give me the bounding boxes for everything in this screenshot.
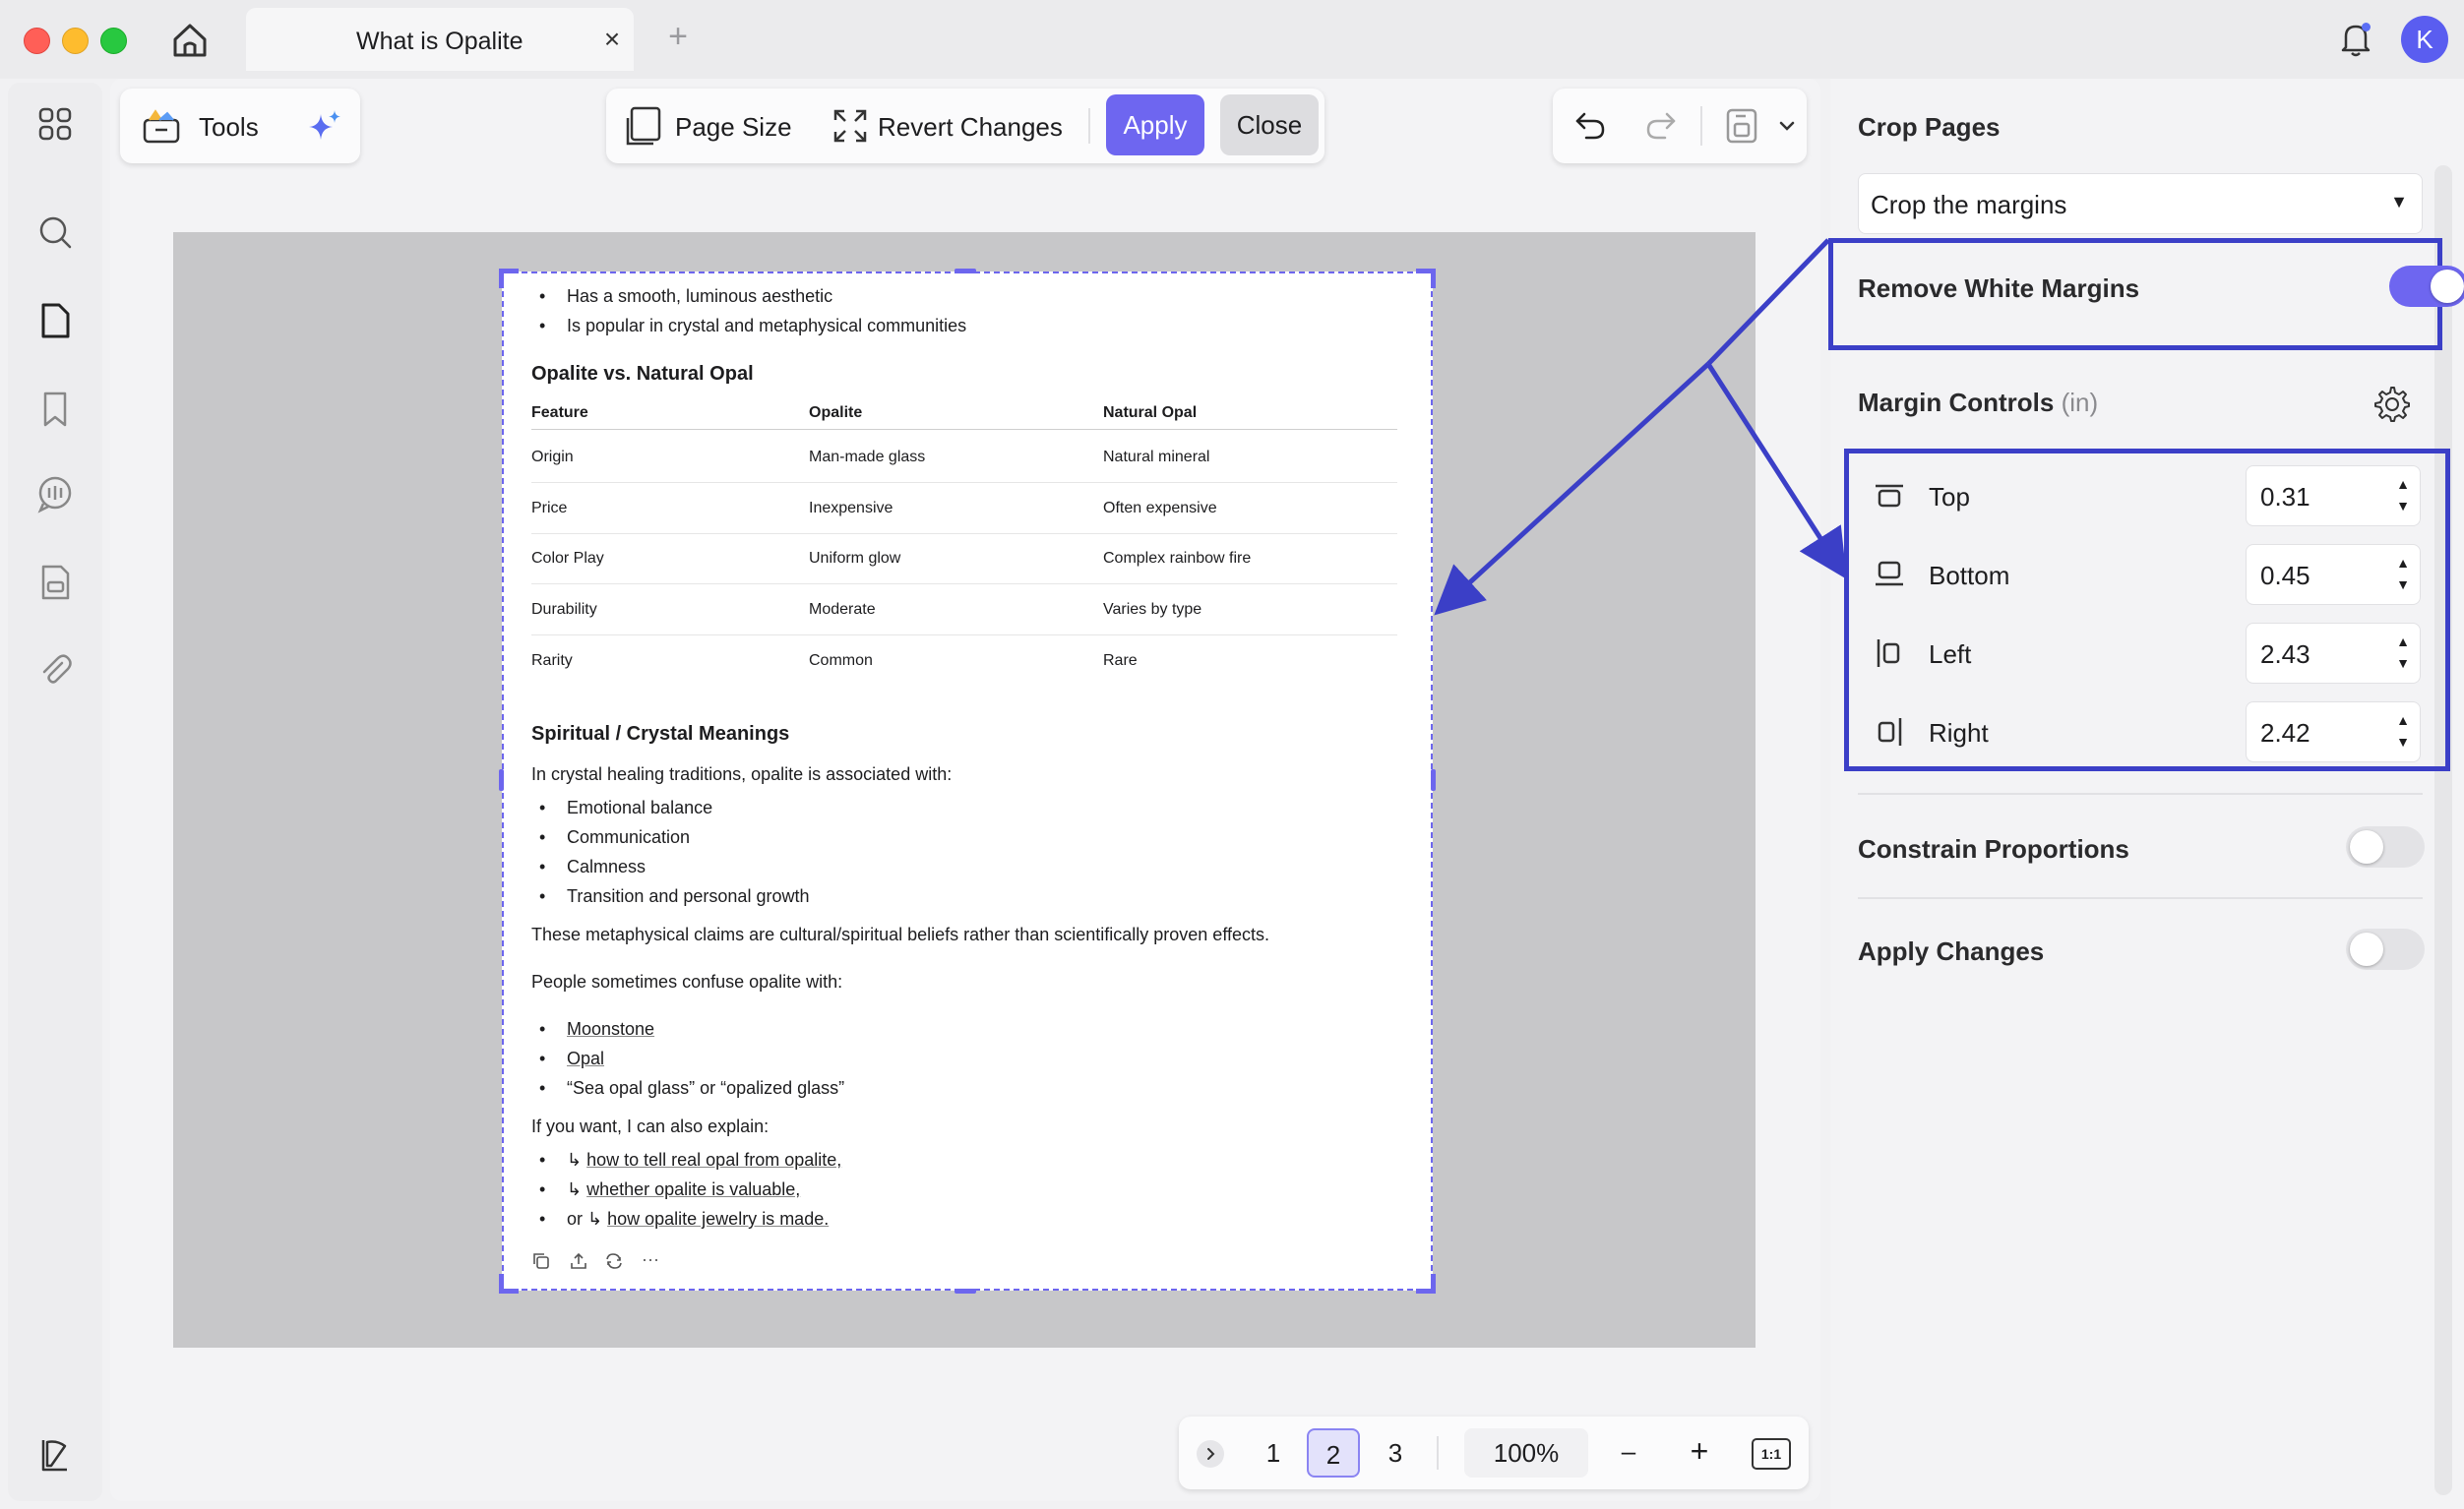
layers-icon[interactable]: [35, 1434, 75, 1474]
toolbar-divider: [1088, 108, 1090, 144]
chevron-down-icon[interactable]: [1777, 116, 1797, 136]
apply-changes-toggle[interactable]: [2346, 929, 2425, 970]
minimize-window-button[interactable]: [62, 28, 89, 54]
apply-changes-label: Apply Changes: [1858, 936, 2045, 966]
page-button-1[interactable]: 1: [1246, 1428, 1301, 1478]
gear-icon[interactable]: [2372, 384, 2411, 423]
page-button-3[interactable]: 3: [1368, 1428, 1423, 1478]
notification-dot: [2362, 23, 2371, 31]
tab-title: What is Opalite: [356, 28, 524, 55]
left-sidebar: [8, 83, 102, 1501]
margin-left-value: 2.43: [2260, 639, 2310, 669]
stepper-up-icon[interactable]: ▲: [2396, 476, 2410, 492]
pager-divider: [1437, 1436, 1439, 1470]
toggle-knob: [2350, 830, 2383, 864]
crop-handle-top-left-v[interactable]: [499, 269, 504, 288]
close-window-button[interactable]: [24, 28, 50, 54]
margin-bottom-input[interactable]: 0.45 ▲ ▼: [2246, 544, 2421, 605]
avatar[interactable]: K: [2401, 16, 2448, 63]
home-icon[interactable]: [169, 20, 211, 61]
margin-top-label: Top: [1929, 482, 1970, 512]
margin-left-label: Left: [1929, 639, 1972, 669]
crop-mode-value: Crop the margins: [1871, 190, 2067, 219]
crop-handle-bottom-left-v[interactable]: [499, 1274, 504, 1294]
zoom-in-button[interactable]: +: [1675, 1426, 1724, 1476]
margin-right-input[interactable]: 2.42 ▲ ▼: [2246, 701, 2421, 762]
bookmark-icon[interactable]: [35, 390, 75, 429]
toolbox-icon: [143, 109, 180, 144]
margin-left-icon: [1877, 639, 1900, 667]
toggle-knob: [2431, 270, 2464, 303]
undo-icon[interactable]: [1572, 108, 1608, 144]
crop-box[interactable]: [502, 272, 1433, 1291]
stepper-up-icon[interactable]: ▲: [2396, 712, 2410, 728]
margin-top-input[interactable]: 0.31 ▲ ▼: [2246, 465, 2421, 526]
page-size-icon[interactable]: [626, 104, 665, 148]
stepper-down-icon[interactable]: ▼: [2396, 498, 2410, 513]
margin-left-input[interactable]: 2.43 ▲ ▼: [2246, 623, 2421, 684]
apps-grid-icon[interactable]: [35, 104, 75, 144]
chevron-right-icon[interactable]: [1202, 1446, 1218, 1462]
crop-handle-bottom-right-v[interactable]: [1431, 1274, 1436, 1294]
margin-controls-unit: (in): [2061, 388, 2099, 417]
close-icon[interactable]: ×: [598, 26, 626, 53]
apply-button[interactable]: Apply: [1106, 94, 1204, 155]
page-button-2[interactable]: 2: [1307, 1428, 1360, 1478]
zoom-out-button[interactable]: –: [1604, 1426, 1653, 1476]
search-icon[interactable]: [35, 212, 75, 252]
dropdown-arrow-icon: ▼: [2390, 192, 2408, 211]
actual-size-button[interactable]: 1:1: [1752, 1438, 1791, 1470]
toggle-knob: [2350, 933, 2383, 966]
revert-expand-icon[interactable]: [832, 108, 868, 144]
page-icon[interactable]: [35, 301, 75, 340]
attachment-icon[interactable]: [35, 649, 75, 689]
stepper-down-icon[interactable]: ▼: [2396, 576, 2410, 592]
ai-sparkle-icon[interactable]: [303, 106, 344, 148]
remove-white-margins-label: Remove White Margins: [1858, 273, 2140, 303]
tools-pill: Tools: [120, 89, 360, 163]
margin-controls-label: Margin Controls (in): [1858, 388, 2098, 418]
page-size-button[interactable]: Page Size: [675, 112, 792, 143]
title-bar: What is Opalite × + K: [0, 0, 2464, 79]
margin-top-icon: [1876, 484, 1903, 508]
panel-divider: [1858, 793, 2423, 795]
crop-handle-top-right-v[interactable]: [1431, 269, 1436, 288]
margin-bottom-icon: [1876, 561, 1903, 586]
panel-divider: [1858, 897, 2423, 899]
stepper-up-icon[interactable]: ▲: [2396, 555, 2410, 571]
constrain-proportions-label: Constrain Proportions: [1858, 834, 2129, 864]
constrain-proportions-toggle[interactable]: [2346, 826, 2425, 868]
panel-title: Crop Pages: [1858, 112, 2001, 142]
margin-right-icon: [1878, 718, 1902, 746]
crop-handle-right[interactable]: [1431, 769, 1436, 791]
plus-icon[interactable]: +: [661, 20, 695, 53]
crop-handle-top[interactable]: [955, 269, 976, 273]
crop-handle-left[interactable]: [499, 769, 504, 791]
margin-controls-title: Margin Controls: [1858, 388, 2055, 417]
panel-scrollbar[interactable]: [2434, 165, 2452, 1495]
document-tab[interactable]: What is Opalite ×: [246, 8, 634, 71]
remove-white-margins-toggle[interactable]: [2389, 266, 2464, 307]
crop-mode-select[interactable]: Crop the margins ▼: [1858, 173, 2423, 234]
margin-top-value: 0.31: [2260, 482, 2310, 512]
zoom-level[interactable]: 100%: [1464, 1428, 1588, 1478]
save-icon[interactable]: [1724, 106, 1759, 146]
margin-bottom-label: Bottom: [1929, 561, 2010, 590]
close-button[interactable]: Close: [1220, 94, 1319, 155]
stepper-down-icon[interactable]: ▼: [2396, 734, 2410, 750]
revert-changes-button[interactable]: Revert Changes: [878, 112, 1063, 143]
stepper-down-icon[interactable]: ▼: [2396, 655, 2410, 671]
stepper-up-icon[interactable]: ▲: [2396, 634, 2410, 649]
margin-right-value: 2.42: [2260, 718, 2310, 748]
zoom-window-button[interactable]: [100, 28, 127, 54]
crop-handle-bottom[interactable]: [955, 1289, 976, 1294]
tools-label[interactable]: Tools: [199, 112, 259, 143]
comment-icon[interactable]: [35, 474, 75, 513]
app-window: What is Opalite × + K Tools Page Size Re…: [0, 0, 2464, 1509]
form-icon[interactable]: [35, 563, 75, 602]
redo-icon[interactable]: [1643, 108, 1679, 144]
margin-right-label: Right: [1929, 718, 1989, 748]
margin-bottom-value: 0.45: [2260, 561, 2310, 590]
history-divider: [1700, 106, 1702, 146]
